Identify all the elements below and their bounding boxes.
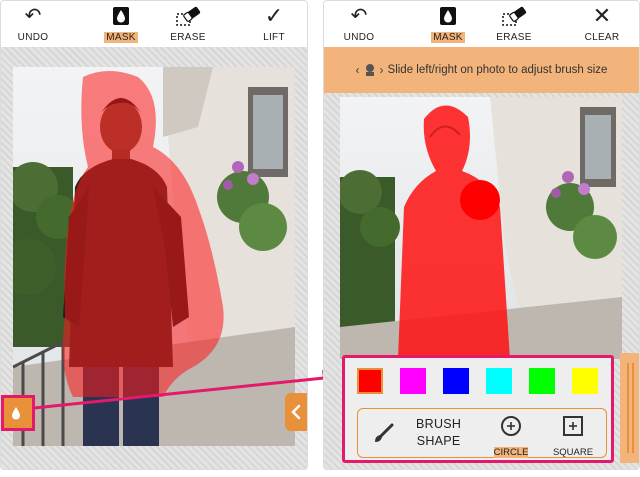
brush-shape-label-line2: SHAPE xyxy=(416,434,461,448)
close-icon: ✕ xyxy=(592,3,612,28)
color-swatch-blue[interactable] xyxy=(443,368,469,394)
color-swatch-green[interactable] xyxy=(529,368,555,394)
color-swatch-cyan[interactable] xyxy=(486,368,512,394)
clear-button[interactable]: ✕ CLEAR xyxy=(572,5,632,45)
square-shape-label: SQUARE xyxy=(552,447,594,458)
brush-size-icon xyxy=(365,64,374,76)
undo-button[interactable]: ↶ UNDO xyxy=(329,5,389,45)
right-screen: ↶ UNDO MASK ERASE ✕ CLEAR ‹ › Slide left… xyxy=(323,0,640,470)
circle-brush-icon xyxy=(501,416,521,436)
brush-size-adjust-right-icon: › xyxy=(379,63,384,77)
circle-shape-option[interactable]: CIRCLE xyxy=(484,415,538,460)
color-swatch-fill xyxy=(359,370,381,392)
color-swatch-red[interactable] xyxy=(357,368,383,394)
undo-icon: ↶ xyxy=(350,5,368,27)
square-shape-option[interactable]: SQUARE xyxy=(546,415,600,460)
brush-shape-label: BRUSH SHAPE xyxy=(416,416,461,450)
panel-scroll-handle[interactable] xyxy=(620,353,639,463)
brush-shape-label-line1: BRUSH xyxy=(416,417,462,431)
right-toolbar: ↶ UNDO MASK ERASE ✕ CLEAR xyxy=(324,1,639,47)
eraser-icon xyxy=(484,5,544,27)
mask-drop-icon xyxy=(418,5,478,27)
erase-button[interactable]: ERASE xyxy=(484,5,544,45)
mask-button[interactable]: MASK xyxy=(418,5,478,45)
brush-size-hint-bar: ‹ › Slide left/right on photo to adjust … xyxy=(324,47,639,93)
color-swatch-magenta[interactable] xyxy=(400,368,426,394)
right-photo-canvas[interactable] xyxy=(340,97,622,359)
brush-size-hint-text: Slide left/right on photo to adjust brus… xyxy=(387,64,608,76)
color-swatch-yellow[interactable] xyxy=(572,368,598,394)
brush-shape-selector: BRUSH SHAPE CIRCLE SQUARE xyxy=(357,408,607,458)
brush-options-panel: BRUSH SHAPE CIRCLE SQUARE xyxy=(342,355,614,463)
circle-shape-label: CIRCLE xyxy=(493,447,529,458)
brush-size-adjust-icon: ‹ xyxy=(355,63,360,77)
paintbrush-icon xyxy=(375,423,394,442)
square-brush-icon xyxy=(563,416,583,436)
